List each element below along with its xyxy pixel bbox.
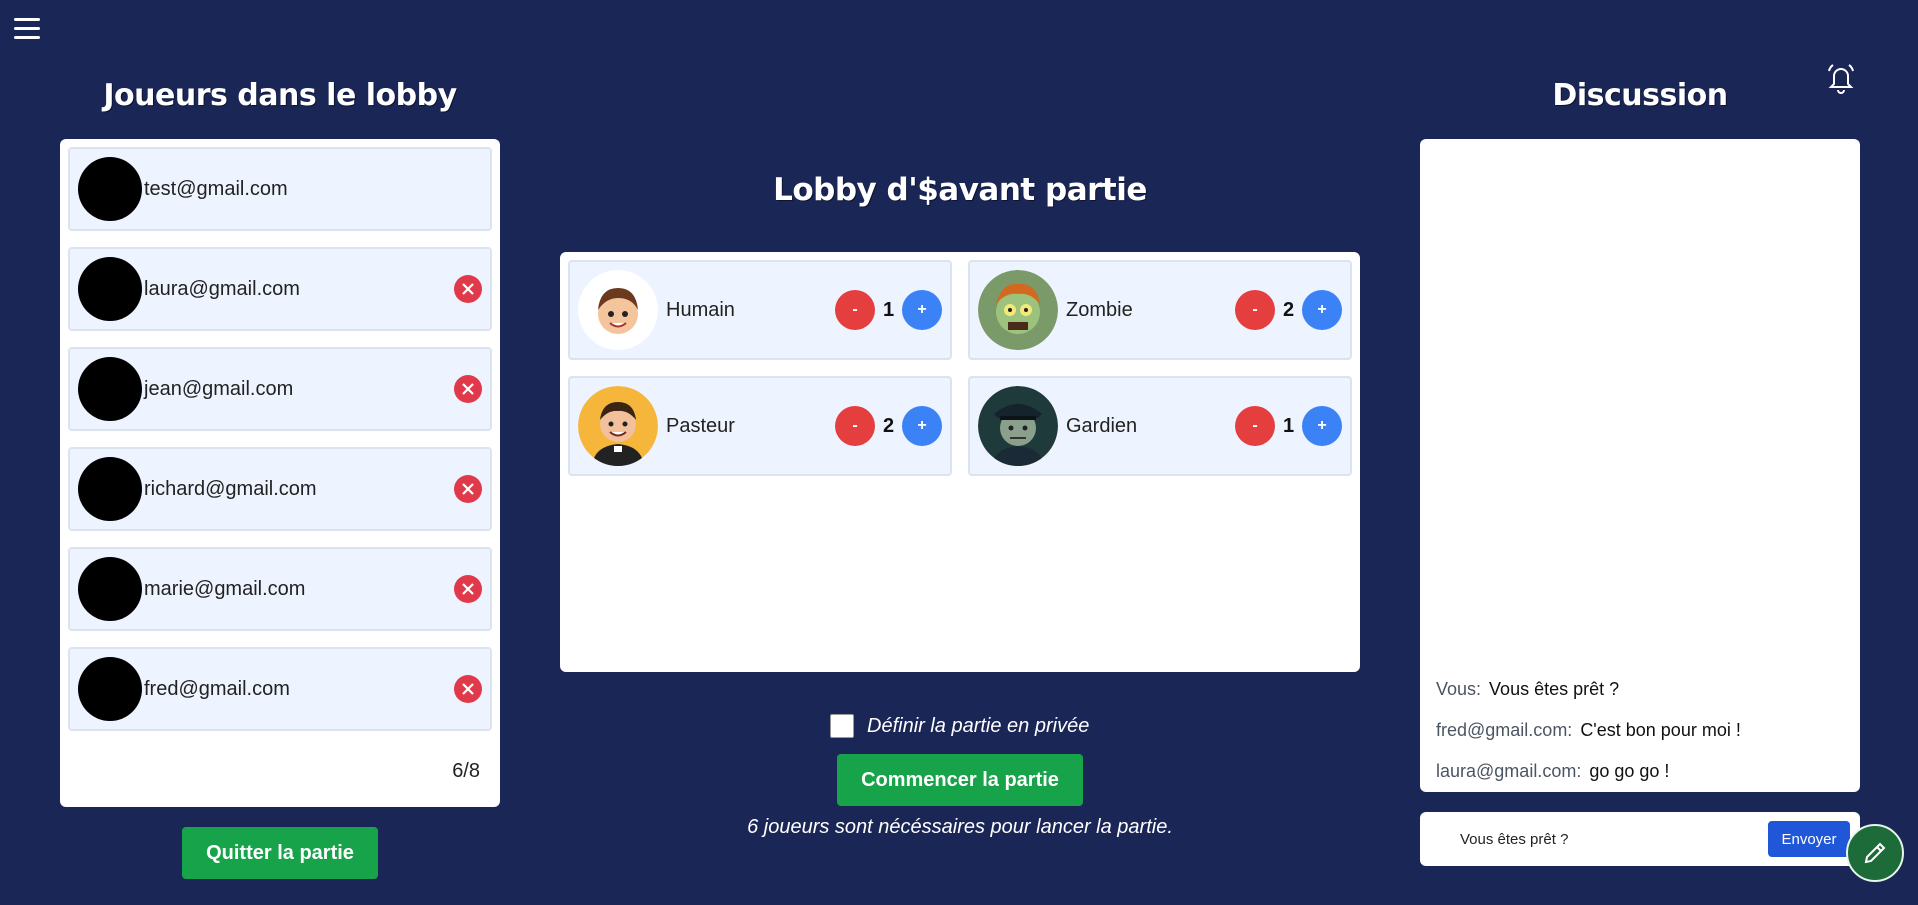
player-email: marie@gmail.com (144, 577, 306, 600)
role-name: Zombie (1066, 298, 1133, 321)
chat-message: fred@gmail.com: C'est bon pour moi ! (1436, 720, 1844, 741)
player-row: fred@gmail.com (68, 647, 492, 731)
role-card-gardien: Gardien - 1 + (968, 376, 1352, 476)
human-avatar-icon (578, 270, 658, 350)
role-card-humain: Humain - 1 + (568, 260, 952, 360)
player-row: marie@gmail.com (68, 547, 492, 631)
private-label: Définir la partie en privée (867, 714, 1090, 737)
private-toggle-row: Définir la partie en privée (830, 714, 1089, 738)
decrement-button[interactable]: - (835, 406, 875, 446)
player-row: test@gmail.com (68, 147, 492, 231)
pencil-icon (1864, 842, 1886, 864)
role-card-zombie: Zombie - 2 + (968, 260, 1352, 360)
send-button[interactable]: Envoyer (1768, 821, 1850, 857)
avatar (78, 357, 142, 421)
menu-icon[interactable] (14, 18, 40, 40)
player-email: jean@gmail.com (144, 377, 294, 400)
role-count: 1 (882, 298, 895, 321)
avatar (78, 157, 142, 221)
kick-player-button[interactable] (454, 675, 482, 703)
role-count: 1 (1282, 414, 1295, 437)
role-count: 2 (1282, 298, 1295, 321)
chat-input[interactable] (1440, 824, 1760, 854)
player-email: test@gmail.com (144, 177, 288, 200)
kick-player-button[interactable] (454, 475, 482, 503)
increment-button[interactable]: + (902, 406, 942, 446)
chat-text: C'est bon pour moi ! (1580, 720, 1741, 740)
decrement-button[interactable]: - (1235, 406, 1275, 446)
chat-message: Vous: Vous êtes prêt ? (1436, 679, 1844, 700)
players-title: Joueurs dans le lobby (103, 78, 457, 113)
avatar (78, 557, 142, 621)
chat-panel: Vous: Vous êtes prêt ? fred@gmail.com: C… (1420, 139, 1860, 792)
decrement-button[interactable]: - (1235, 290, 1275, 330)
lobby-title: Lobby d'$avant partie (773, 172, 1147, 208)
role-count: 2 (882, 414, 895, 437)
player-email: fred@gmail.com (144, 677, 290, 700)
role-name: Gardien (1066, 414, 1138, 437)
avatar (78, 657, 142, 721)
increment-button[interactable]: + (1302, 406, 1342, 446)
chat-title: Discussion (1552, 78, 1728, 113)
requirement-text: 6 joueurs sont nécéssaires pour lancer l… (747, 816, 1173, 838)
edit-fab-button[interactable] (1846, 824, 1904, 882)
kick-player-button[interactable] (454, 375, 482, 403)
player-email: laura@gmail.com (144, 277, 300, 300)
chat-text: go go go ! (1589, 761, 1670, 781)
decrement-button[interactable]: - (835, 290, 875, 330)
chat-author: fred@gmail.com: (1436, 720, 1573, 740)
close-icon (462, 283, 474, 295)
chat-text: Vous êtes prêt ? (1489, 679, 1620, 699)
role-card-pasteur: Pasteur - 2 + (568, 376, 952, 476)
players-panel: test@gmail.com laura@gmail.com jean@gmai… (60, 139, 500, 807)
priest-avatar-icon (578, 386, 658, 466)
player-row: jean@gmail.com (68, 347, 492, 431)
quit-game-button[interactable]: Quitter la partie (182, 827, 378, 879)
close-icon (462, 483, 474, 495)
close-icon (462, 583, 474, 595)
player-row: laura@gmail.com (68, 247, 492, 331)
chat-author: Vous: (1436, 679, 1482, 699)
avatar (78, 257, 142, 321)
role-name: Pasteur (666, 414, 735, 437)
chat-message: laura@gmail.com: go go go ! (1436, 761, 1844, 782)
player-row: richard@gmail.com (68, 447, 492, 531)
close-icon (462, 683, 474, 695)
player-count: 6/8 (452, 760, 480, 782)
chat-messages: Vous: Vous êtes prêt ? fred@gmail.com: C… (1436, 659, 1844, 782)
roles-panel: Humain - 1 + Zombie - 2 + Pasteur - 2 + … (560, 252, 1360, 672)
role-name: Humain (666, 298, 735, 321)
kick-player-button[interactable] (454, 275, 482, 303)
chat-input-bar: Envoyer (1420, 812, 1860, 866)
kick-player-button[interactable] (454, 575, 482, 603)
start-game-button[interactable]: Commencer la partie (837, 754, 1083, 806)
player-email: richard@gmail.com (144, 477, 317, 500)
avatar (78, 457, 142, 521)
close-icon (462, 383, 474, 395)
increment-button[interactable]: + (1302, 290, 1342, 330)
guard-avatar-icon (978, 386, 1058, 466)
chat-author: laura@gmail.com: (1436, 761, 1582, 781)
zombie-avatar-icon (978, 270, 1058, 350)
private-checkbox[interactable] (830, 714, 854, 738)
increment-button[interactable]: + (902, 290, 942, 330)
